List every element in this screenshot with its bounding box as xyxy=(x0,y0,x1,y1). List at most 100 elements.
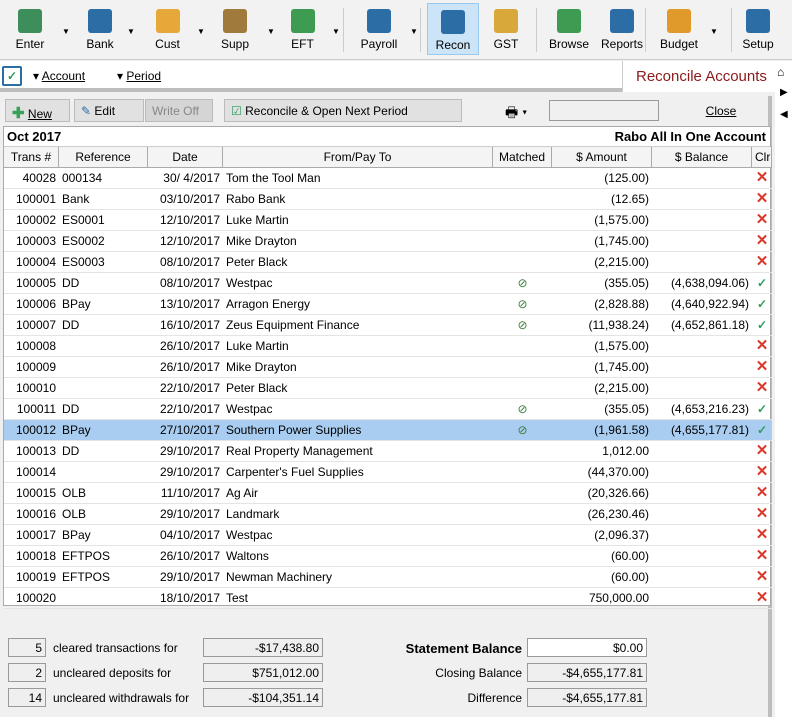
uncleared-cross-icon[interactable]: ✕ xyxy=(752,588,772,609)
uncleared-cross-icon[interactable]: ✕ xyxy=(752,168,772,189)
cleared-check-icon[interactable]: ✓ xyxy=(752,315,772,336)
dropdown-arrow-icon[interactable]: ▼ xyxy=(410,27,418,36)
cell-amount: (20,326.66) xyxy=(587,486,649,500)
arrow-right-icon[interactable]: ▶ xyxy=(780,87,788,98)
cleared-count: 5 xyxy=(8,638,46,657)
table-row[interactable]: 100016 OLB 29/10/2017 Landmark (26,230.46) ✕ xyxy=(4,504,772,525)
table-row[interactable]: 100013 DD 29/10/2017 Real Property Manageme… xyxy=(4,441,772,462)
cell-from-pay-to: Rabo Bank xyxy=(226,192,286,206)
column-header-from-pay-to[interactable]: From/Pay To xyxy=(223,147,493,168)
table-row[interactable]: 100008 26/10/2017 Luke Martin (1,575.00) ✕ xyxy=(4,336,772,357)
dropdown-arrow-icon[interactable]: ▼ xyxy=(197,27,205,36)
table-row[interactable]: 40028 000134 30/ 4/2017 Tom the Tool Man (12… xyxy=(4,168,772,189)
table-row[interactable]: 100011 DD 22/10/2017 Westpac ⊘ (355.05) (4,653… xyxy=(4,399,772,420)
write-off-button[interactable]: Write Off xyxy=(145,99,213,122)
uncleared-cross-icon[interactable]: ✕ xyxy=(752,378,772,399)
uncleared-cross-icon[interactable]: ✕ xyxy=(752,210,772,231)
table-row[interactable]: 100020 18/10/2017 Test 750,000.00 ✕ xyxy=(4,588,772,609)
cleared-check-icon[interactable]: ✓ xyxy=(752,420,772,441)
uncleared-cross-icon[interactable]: ✕ xyxy=(752,546,772,567)
spinner-input[interactable] xyxy=(549,100,659,121)
table-row[interactable]: 100004 ES0003 08/10/2017 Peter Black (2,215.… xyxy=(4,252,772,273)
withdrawals-amount: -$104,351.14 xyxy=(203,688,323,707)
cell-from-pay-to: Mike Drayton xyxy=(226,360,297,374)
uncleared-cross-icon[interactable]: ✕ xyxy=(752,441,772,462)
toolbar-recon-button[interactable]: Recon xyxy=(427,3,479,55)
home-icon[interactable]: ⌂ xyxy=(777,65,784,79)
pencil-icon: ✎ xyxy=(81,104,92,118)
toolbar-browse-button[interactable]: Browse xyxy=(544,3,594,55)
cell-amount: (355.05) xyxy=(604,402,649,416)
period-dropdown[interactable]: ▾ Period xyxy=(117,69,161,83)
column-header-balance[interactable]: $ Balance xyxy=(652,147,752,168)
account-dropdown[interactable]: ▾ Account xyxy=(33,69,85,83)
dropdown-arrow-icon[interactable]: ▼ xyxy=(267,27,275,36)
table-row[interactable]: 100012 BPay 27/10/2017 Southern Power Suppl… xyxy=(4,420,772,441)
toolbar-bank-button[interactable]: Bank xyxy=(75,3,125,55)
uncleared-cross-icon[interactable]: ✕ xyxy=(752,483,772,504)
uncleared-cross-icon[interactable]: ✕ xyxy=(752,567,772,588)
table-row[interactable]: 100003 ES0002 12/10/2017 Mike Drayton (1,745… xyxy=(4,231,772,252)
table-row[interactable]: 100010 22/10/2017 Peter Black (2,215.00) ✕ xyxy=(4,378,772,399)
uncleared-cross-icon[interactable]: ✕ xyxy=(752,462,772,483)
toolbar-reports-button[interactable]: Reports xyxy=(597,3,647,55)
toolbar-enter-button[interactable]: Enter xyxy=(0,3,60,55)
toolbar-payroll-button[interactable]: Payroll xyxy=(350,3,408,55)
table-row[interactable]: 100015 OLB 11/10/2017 Ag Air (20,326.66) ✕ xyxy=(4,483,772,504)
close-button[interactable]: Close xyxy=(676,99,766,122)
reconcile-book-icon: ✓ xyxy=(2,66,22,86)
column-header-date[interactable]: Date xyxy=(148,147,223,168)
table-row[interactable]: 100001 Bank 03/10/2017 Rabo Bank (12.65) ✕ xyxy=(4,189,772,210)
table-row[interactable]: 100014 29/10/2017 Carpenter's Fuel Supplie… xyxy=(4,462,772,483)
table-row[interactable]: 100007 DD 16/10/2017 Zeus Equipment Finance… xyxy=(4,315,772,336)
cell-date: 22/10/2017 xyxy=(159,402,220,416)
toolbar-supp-button[interactable]: Supp xyxy=(205,3,265,55)
table-row[interactable]: 100002 ES0001 12/10/2017 Luke Martin (1,575.… xyxy=(4,210,772,231)
print-icon[interactable]: 🖶 ▾ xyxy=(505,102,527,126)
table-row[interactable]: 100006 BPay 13/10/2017 Arragon Energy ⊘ (2,82… xyxy=(4,294,772,315)
dropdown-arrow-icon[interactable]: ▼ xyxy=(710,27,718,36)
column-header-matched[interactable]: Matched xyxy=(493,147,552,168)
toolbar-cust-button[interactable]: Cust xyxy=(140,3,195,55)
cleared-check-icon[interactable]: ✓ xyxy=(752,294,772,315)
edit-button[interactable]: ✎ Edit xyxy=(74,99,144,122)
column-header-amount[interactable]: $ Amount xyxy=(552,147,652,168)
cleared-check-icon[interactable]: ✓ xyxy=(752,399,772,420)
dropdown-arrow-icon[interactable]: ▼ xyxy=(127,27,135,36)
cell-balance xyxy=(652,504,752,525)
cleared-check-icon[interactable]: ✓ xyxy=(752,273,772,294)
column-header-cleared[interactable]: Clr xyxy=(752,147,772,168)
gst-icon xyxy=(494,9,518,33)
cell-trans-number: 100017 xyxy=(15,528,56,542)
toolbar-budget-button[interactable]: Budget xyxy=(650,3,708,55)
cell-reference: Bank xyxy=(62,192,90,206)
cell-amount: (2,828.88) xyxy=(594,297,649,311)
cell-reference: 000134 xyxy=(62,171,103,185)
uncleared-cross-icon[interactable]: ✕ xyxy=(752,336,772,357)
cell-amount: (1,745.00) xyxy=(594,234,649,248)
toolbar-gst-button[interactable]: GST xyxy=(481,3,531,55)
dropdown-arrow-icon[interactable]: ▼ xyxy=(62,27,70,36)
table-row[interactable]: 100017 BPay 04/10/2017 Westpac (2,096.37) ✕ xyxy=(4,525,772,546)
reconcile-open-next-period-button[interactable]: ☑ Reconcile & Open Next Period xyxy=(224,99,462,122)
statement-balance-input[interactable]: $0.00 xyxy=(527,638,647,657)
uncleared-cross-icon[interactable]: ✕ xyxy=(752,231,772,252)
uncleared-cross-icon[interactable]: ✕ xyxy=(752,504,772,525)
toolbar-eft-button[interactable]: EFT xyxy=(275,3,330,55)
uncleared-cross-icon[interactable]: ✕ xyxy=(752,252,772,273)
dropdown-arrow-icon[interactable]: ▼ xyxy=(332,27,340,36)
table-row[interactable]: 100018 EFTPOS 26/10/2017 Waltons (60.00) ✕ xyxy=(4,546,772,567)
uncleared-cross-icon[interactable]: ✕ xyxy=(752,189,772,210)
table-row[interactable]: 100019 EFTPOS 29/10/2017 Newman Machinery (6… xyxy=(4,567,772,588)
cell-date: 18/10/2017 xyxy=(159,591,220,605)
column-header-reference[interactable]: Reference xyxy=(59,147,148,168)
uncleared-cross-icon[interactable]: ✕ xyxy=(752,525,772,546)
uncleared-cross-icon[interactable]: ✕ xyxy=(752,357,772,378)
table-row[interactable]: 100005 DD 08/10/2017 Westpac ⊘ (355.05) (4,638… xyxy=(4,273,772,294)
cell-date: 30/ 4/2017 xyxy=(163,171,220,185)
column-header-trans-number[interactable]: Trans # xyxy=(4,147,59,168)
table-row[interactable]: 100009 26/10/2017 Mike Drayton (1,745.00) ✕ xyxy=(4,357,772,378)
new-button[interactable]: ✚ New xyxy=(5,99,70,122)
arrow-left-icon[interactable]: ◀ xyxy=(780,109,788,120)
toolbar-setup-button[interactable]: Setup xyxy=(738,3,778,55)
